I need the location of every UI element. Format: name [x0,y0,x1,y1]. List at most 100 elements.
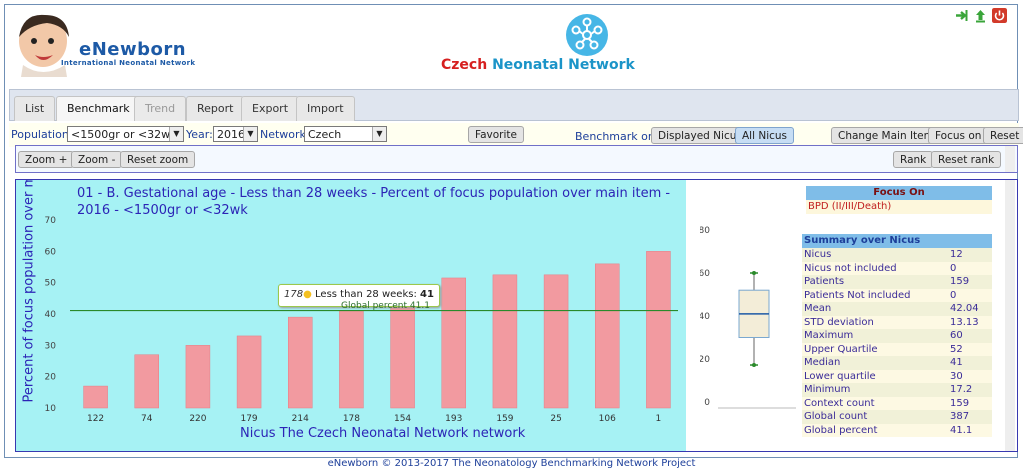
summary-row: Maximum 60 [802,329,992,343]
focus-title: Focus On [806,186,992,200]
x-tick-label: 159 [496,414,513,424]
bar [185,345,211,409]
focus-value: BPD (II/III/Death) [806,200,992,214]
reset-rank-button[interactable]: Reset rank [931,151,1002,168]
summary-key: Nicus [804,249,832,260]
power-icon[interactable] [992,8,1007,23]
tab-report[interactable]: Report [186,96,245,121]
header: eNewborn International Neonatal Network … [5,5,1017,85]
summary-value: 17.2 [950,384,973,395]
displayed-nicu-button[interactable]: Displayed Nicu [651,127,744,144]
tab-bar: List Benchmark Trend Report Export Impor… [9,89,1019,121]
all-nicus-button[interactable]: All Nicus [735,127,795,144]
tab-list[interactable]: List [14,96,56,121]
x-tick-label: 25 [550,414,561,424]
rank-button[interactable]: Rank [893,151,934,168]
boxplot-y-tick-label: 40 [700,312,710,322]
x-tick-label: 193 [445,414,462,424]
x-tick-label: 74 [141,414,153,424]
summary-key: Patients [804,276,845,287]
zoom-out-button[interactable]: Zoom - [71,151,123,168]
scrollbar[interactable] [1005,146,1015,172]
network-select[interactable]: Czech ▼ [304,126,387,142]
summary-value: 42.04 [950,303,979,314]
reset-zoom-button[interactable]: Reset zoom [120,151,196,168]
network-label: Network: [260,128,310,141]
x-tick-label: 220 [189,414,206,424]
bar [339,310,364,409]
box-plot: 0 20 40 60 80 [700,226,796,409]
x-tick-label: 122 [87,414,104,424]
population-label: Population: [11,128,73,141]
summary-key: Patients Not included [804,289,911,301]
boxplot-y-tick-label: 20 [700,355,710,365]
summary-key: Maximum [804,330,854,341]
summary-key: Minimum [804,384,851,395]
tab-export[interactable]: Export [241,96,300,121]
summary-title: Summary over Nicus [802,234,992,248]
summary-panel: Summary over Nicus Nicus 12 Nicus not incl… [802,234,992,437]
chevron-down-icon: ▼ [243,127,257,141]
summary-value: 0 [950,262,957,274]
summary-row: Patients 159 [802,275,992,289]
summary-value: 159 [950,276,970,287]
year-value: 2016 [217,128,245,141]
chevron-down-icon: ▼ [169,127,183,141]
boxplot-y-tick-label: 0 [704,398,710,408]
summary-key: Mean [804,303,832,314]
summary-row: Nicus not included 0 [802,261,992,275]
summary-key: Upper Quartile [804,343,878,355]
population-select[interactable]: <1500gr or <32wk ▼ [67,126,184,142]
summary-value: 12 [950,249,963,260]
app-frame: eNewborn International Neonatal Network … [4,4,1023,458]
network-title-part2: Neonatal Network [492,57,635,73]
y-tick-label: 10 [45,404,57,414]
y-tick-label: 20 [45,373,57,383]
top-icons [954,8,1007,23]
brand-name: eNewborn [79,39,187,60]
scrollbar[interactable] [1005,180,1015,451]
summary-row: Nicus 12 [802,248,992,262]
boxplot-extreme-point [752,271,756,275]
summary-row: Minimum 17.2 [802,383,992,397]
x-tick-label: 106 [599,414,616,424]
zoom-in-button[interactable]: Zoom + [18,151,75,168]
x-tick-label: 214 [292,414,309,424]
summary-row: Global count 387 [802,410,992,424]
logout-icon[interactable] [954,8,969,23]
benchmark-on-label: Benchmark on [575,130,655,143]
bar [595,263,620,409]
summary-key: Nicus not included [804,262,897,274]
network-title-part1: Czech [441,57,488,73]
y-tick-label: 60 [45,247,57,257]
boxplot-extreme-point [752,363,756,368]
change-main-item-button[interactable]: Change Main Item [831,127,941,144]
x-tick-label: 178 [343,414,360,424]
summary-row: Context count 159 [802,396,992,410]
upload-icon[interactable] [973,8,988,23]
year-select[interactable]: 2016 ▼ [213,126,258,142]
summary-value: 41.1 [950,424,973,436]
summary-rows: Nicus 12 Nicus not included 0 Patients 159 Pat… [802,248,992,437]
summary-value: 13.13 [950,316,979,328]
summary-row: Patients Not included 0 [802,288,992,302]
x-tick-label: 179 [240,414,257,424]
focus-on-button[interactable]: Focus on [928,127,989,144]
bar [441,277,466,409]
network-title: Czech Neonatal Network [441,57,635,73]
tab-benchmark[interactable]: Benchmark [56,96,141,121]
chevron-down-icon: ▼ [372,127,386,141]
network-value: Czech [308,128,342,141]
zoom-toolbar: Zoom + Zoom - Reset zoom Rank Reset rank [15,145,1018,173]
summary-row: Global percent 41.1 [802,423,992,437]
bar-chart: 10 20 30 40 50 60 70 122 74 220 179 214 178 154 193 159… [45,216,678,424]
tab-import[interactable]: Import [296,96,355,121]
favorite-button[interactable]: Favorite [468,126,524,143]
tooltip-value: 41 [420,289,434,300]
summary-key: Context count [804,397,875,409]
x-tick-label: 1 [656,414,662,424]
tab-trend[interactable]: Trend [134,96,187,121]
reset-button[interactable]: Reset [983,127,1023,144]
summary-row: Lower quartile 30 [802,369,992,383]
footer: eNewborn © 2013-2017 The Neonatology Ben… [327,458,696,469]
